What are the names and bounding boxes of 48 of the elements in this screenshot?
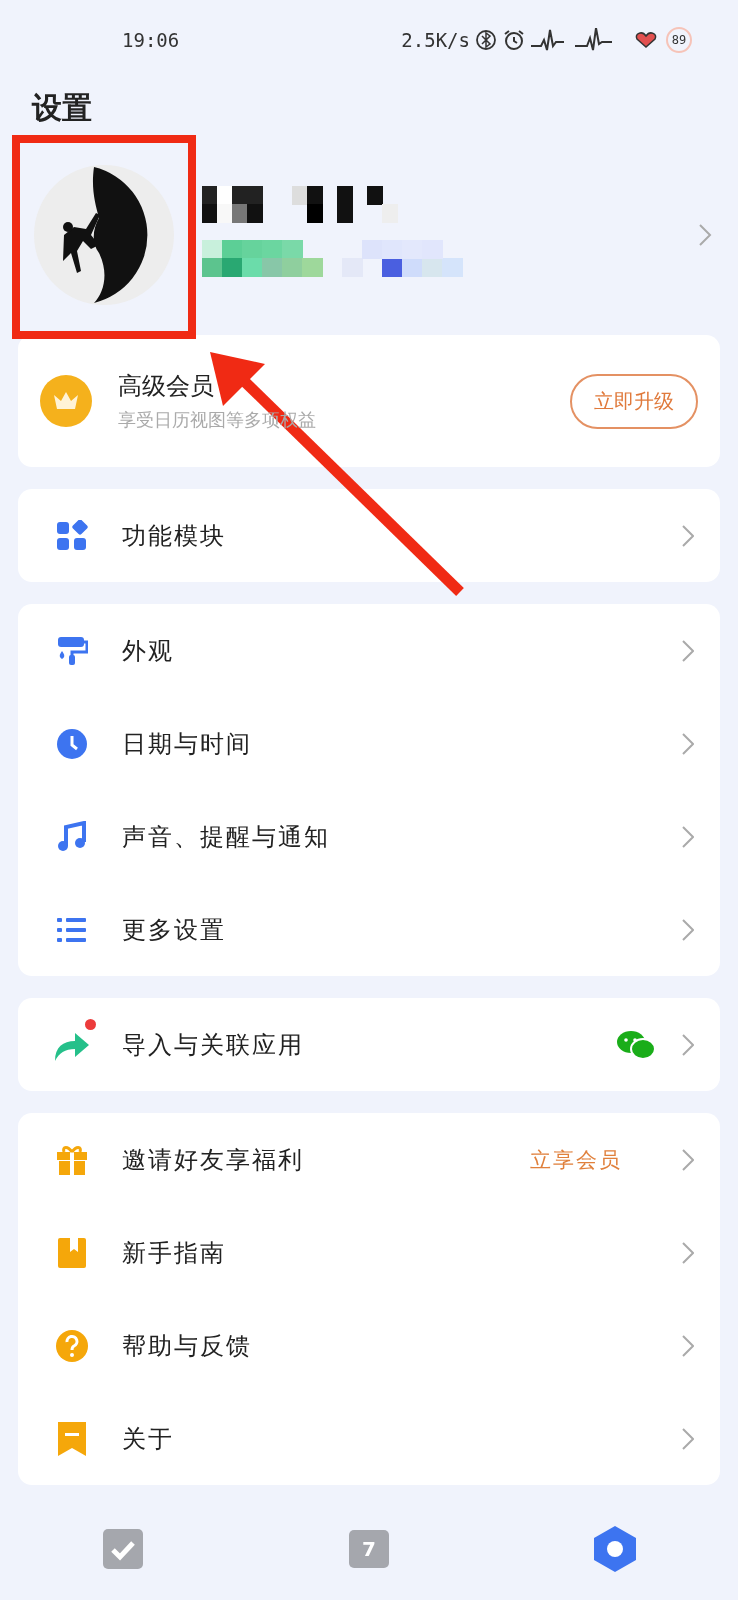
battery-level: 89 — [666, 27, 692, 53]
settings-item[interactable]: 功能模块 — [18, 489, 720, 582]
settings-item[interactable]: 外观 — [18, 604, 720, 697]
member-title: 高级会员 — [118, 371, 215, 402]
bookmark-icon — [56, 1420, 88, 1457]
chevron-right-icon — [682, 1148, 694, 1171]
item-label: 帮助与反馈 — [122, 1330, 253, 1362]
grid-icon — [56, 519, 88, 552]
item-label: 更多设置 — [122, 914, 227, 946]
alarm-icon — [502, 28, 526, 52]
settings-item[interactable]: 更多设置 — [18, 883, 720, 976]
settings-item[interactable]: 邀请好友享福利 立享会员 — [18, 1113, 720, 1206]
chevron-right-icon — [682, 1241, 694, 1264]
chevron-right-icon — [682, 524, 694, 547]
promo-label: 立享会员 — [530, 1146, 622, 1174]
help-icon — [55, 1328, 89, 1363]
item-label: 功能模块 — [122, 520, 227, 552]
paint-roller-icon — [56, 634, 88, 667]
chevron-right-icon — [682, 1033, 694, 1056]
settings-item[interactable]: 新手指南 — [18, 1206, 720, 1299]
book-icon — [56, 1236, 88, 1269]
chevron-right-icon — [682, 918, 694, 941]
chat-bubbles-icon — [616, 1028, 656, 1061]
network-speed: 2.5K/s — [401, 29, 470, 51]
item-label: 新手指南 — [122, 1237, 227, 1269]
chevron-right-icon — [682, 639, 694, 662]
item-label: 导入与关联应用 — [122, 1029, 305, 1061]
crown-icon — [40, 375, 92, 427]
item-label: 声音、提醒与通知 — [122, 821, 331, 853]
item-label: 日期与时间 — [122, 728, 253, 760]
chevron-right-icon — [682, 1427, 694, 1450]
settings-item[interactable]: 帮助与反馈 — [18, 1299, 720, 1392]
music-note-icon — [56, 820, 88, 853]
chevron-right-icon — [682, 1334, 694, 1357]
settings-item[interactable]: 声音、提醒与通知 — [18, 790, 720, 883]
clock-icon — [56, 727, 88, 760]
gift-icon — [56, 1143, 88, 1176]
bluetooth-icon — [475, 29, 497, 51]
chevron-right-icon — [682, 825, 694, 848]
item-label: 关于 — [122, 1423, 175, 1455]
page-title: 设置 — [32, 89, 93, 127]
settings-item[interactable]: 日期与时间 — [18, 697, 720, 790]
status-time: 19:06 — [122, 29, 180, 51]
item-label: 外观 — [122, 635, 175, 667]
item-label: 邀请好友享福利 — [122, 1144, 305, 1176]
settings-item[interactable]: 导入与关联应用 — [18, 998, 720, 1091]
chevron-right-icon — [682, 732, 694, 755]
settings-item[interactable]: 关于 — [18, 1392, 720, 1485]
